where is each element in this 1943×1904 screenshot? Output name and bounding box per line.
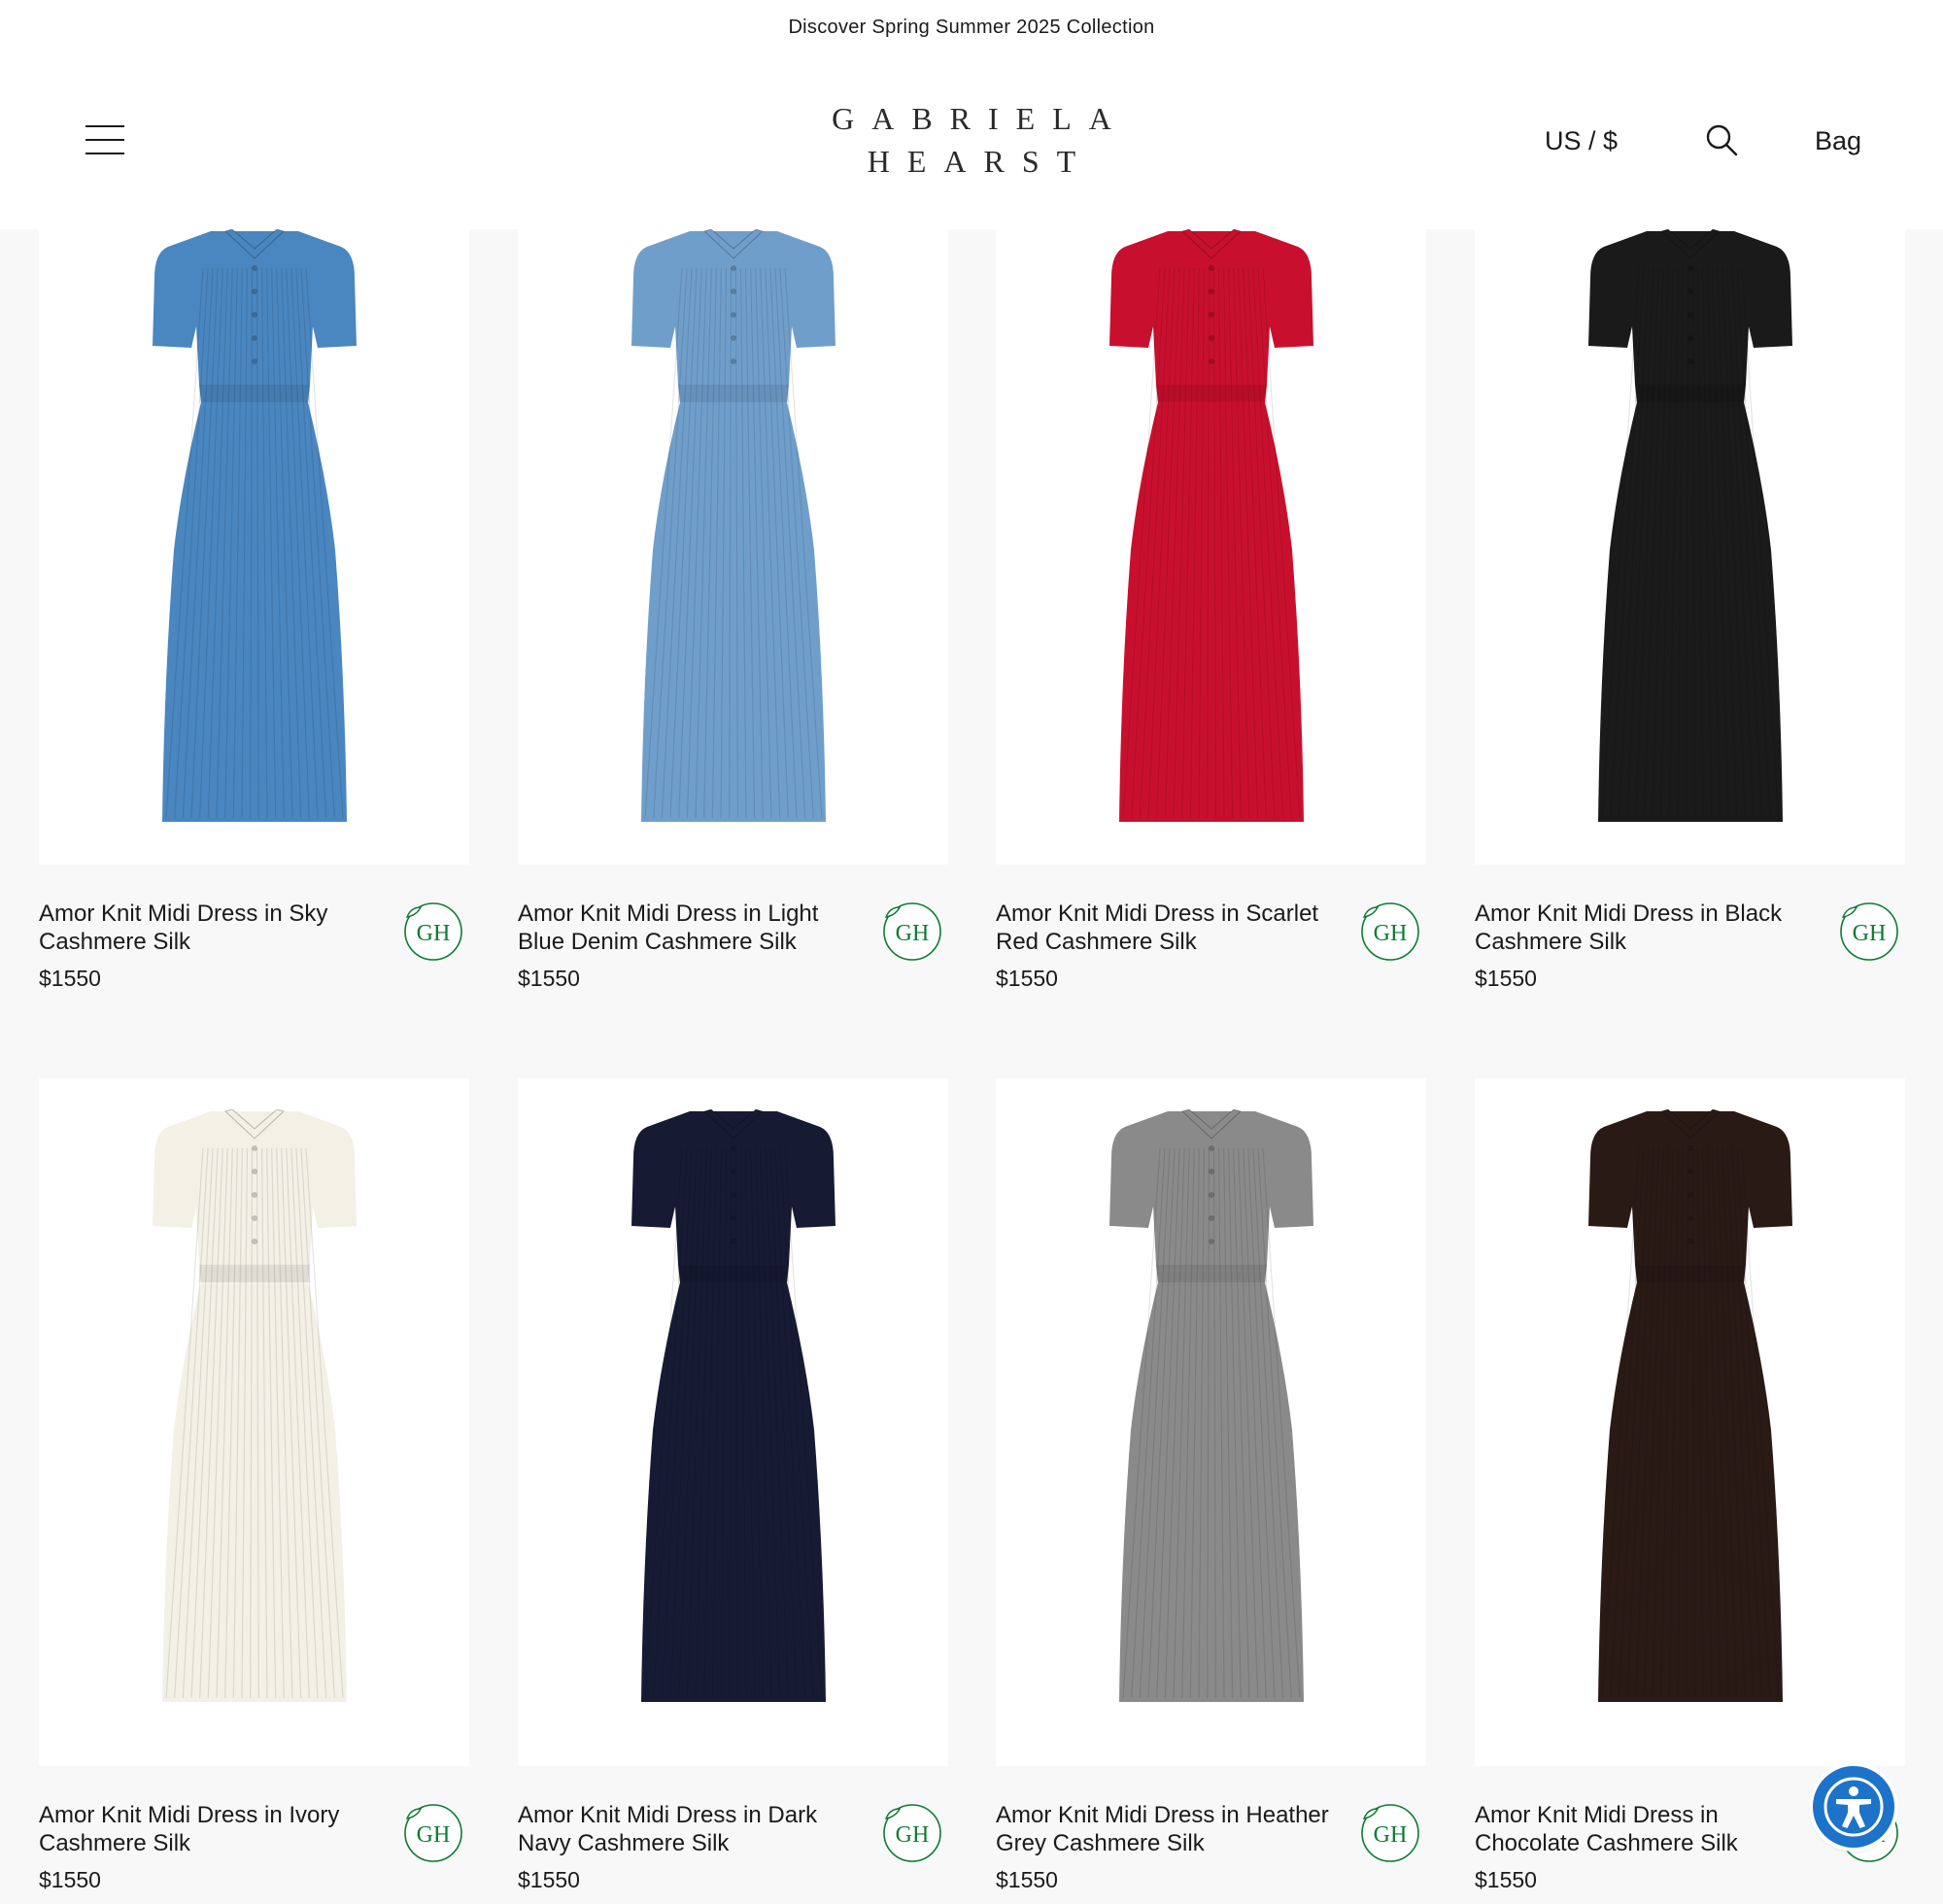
sustainability-badge-icon[interactable]: GH xyxy=(1360,901,1420,962)
badge-text: GH xyxy=(1374,921,1408,946)
product-image[interactable] xyxy=(39,229,469,865)
accessibility-button[interactable] xyxy=(1813,1766,1894,1848)
announcement-bar[interactable]: Discover Spring Summer 2025 Collection xyxy=(0,0,1943,54)
product-name[interactable]: Amor Knit Midi Dress in Black Cashmere S… xyxy=(1475,900,1815,956)
dress-image xyxy=(1587,229,1792,822)
sustainability-badge-icon[interactable]: GH xyxy=(882,901,942,962)
product-price: $1550 xyxy=(1475,966,1537,991)
dress-image xyxy=(631,229,835,822)
product-name[interactable]: Amor Knit Midi Dress in Chocolate Cashme… xyxy=(1475,1801,1815,1857)
product-image[interactable] xyxy=(39,1078,469,1766)
badge-text: GH xyxy=(417,1822,451,1848)
sustainability-badge-icon[interactable]: GH xyxy=(403,901,463,962)
logo-line-1: GABRIELA xyxy=(832,101,1129,136)
product-price: $1550 xyxy=(996,1867,1058,1892)
badge-text: GH xyxy=(1374,1822,1408,1848)
product-image[interactable] xyxy=(518,229,948,865)
sustainability-badge-icon[interactable]: GH xyxy=(1839,901,1899,962)
product-name[interactable]: Amor Knit Midi Dress in Light Blue Denim… xyxy=(518,900,858,956)
product-price: $1550 xyxy=(39,966,101,991)
announcement-text[interactable]: Discover Spring Summer 2025 Collection xyxy=(788,17,1154,39)
product-price: $1550 xyxy=(518,1867,580,1892)
sustainability-badge-icon[interactable]: GH xyxy=(1360,1803,1420,1863)
product-price: $1550 xyxy=(39,1867,101,1892)
dress-image xyxy=(631,1109,835,1702)
dress-image xyxy=(152,1109,357,1702)
logo-line-2: HEARST xyxy=(867,144,1094,179)
locale-selector[interactable]: US / $ xyxy=(1545,126,1618,156)
brand-logo[interactable]: GABRIELA HEARST xyxy=(777,103,1166,181)
product-image[interactable] xyxy=(1475,229,1905,865)
product-name[interactable]: Amor Knit Midi Dress in Heather Grey Cas… xyxy=(996,1801,1336,1857)
dress-image xyxy=(1587,1109,1792,1702)
badge-text: GH xyxy=(896,921,930,946)
product-name[interactable]: Amor Knit Midi Dress in Dark Navy Cashme… xyxy=(518,1801,858,1857)
site-header: GABRIELA HEARST US / $ Bag xyxy=(0,54,1943,229)
badge-text: GH xyxy=(417,921,451,946)
bag-link[interactable]: Bag xyxy=(1815,126,1861,156)
product-name[interactable]: Amor Knit Midi Dress in Ivory Cashmere S… xyxy=(39,1801,379,1857)
product-price: $1550 xyxy=(996,966,1058,991)
badge-text: GH xyxy=(1853,921,1887,946)
search-icon[interactable] xyxy=(1704,122,1739,157)
product-image[interactable] xyxy=(518,1078,948,1766)
product-image[interactable] xyxy=(996,1078,1426,1766)
product-name[interactable]: Amor Knit Midi Dress in Sky Cashmere Sil… xyxy=(39,900,379,956)
hamburger-menu-icon[interactable] xyxy=(85,125,124,154)
dress-image xyxy=(1108,229,1313,822)
product-image[interactable] xyxy=(1475,1078,1905,1766)
product-image[interactable] xyxy=(996,229,1426,865)
product-price: $1550 xyxy=(518,966,580,991)
accessibility-icon xyxy=(1824,1777,1884,1837)
dress-image xyxy=(1108,1109,1313,1702)
sustainability-badge-icon[interactable]: GH xyxy=(403,1803,463,1863)
product-price: $1550 xyxy=(1475,1867,1537,1892)
dress-image xyxy=(152,229,357,822)
product-name[interactable]: Amor Knit Midi Dress in Scarlet Red Cash… xyxy=(996,900,1336,956)
sustainability-badge-icon[interactable]: GH xyxy=(882,1803,942,1863)
badge-text: GH xyxy=(896,1822,930,1848)
